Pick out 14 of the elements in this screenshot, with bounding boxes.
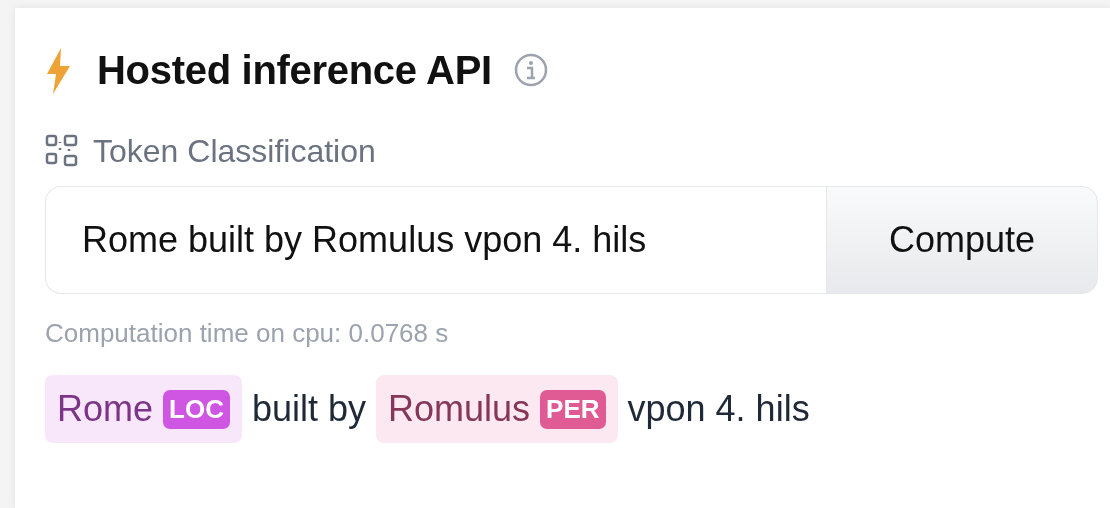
entity-text: Rome [57,388,154,430]
text-input-field[interactable]: Rome built by Romulus vpon 4. hils [45,186,826,294]
entity-text: Romulus [388,388,531,430]
widget-title: Hosted inference API [97,47,492,93]
lightning-icon [45,48,71,94]
token-grid-icon [45,134,79,168]
info-icon[interactable] [513,53,548,87]
output-text: vpon 4. hils [627,388,810,430]
entity-label: LOC [163,389,230,429]
computation-time: Computation time on cpu: 0.0768 s [45,318,450,349]
task-label: Token Classification [93,132,376,170]
entity-label: PER [540,389,606,429]
compute-button[interactable]: Compute [826,186,1098,294]
output-text: built by [251,388,366,430]
